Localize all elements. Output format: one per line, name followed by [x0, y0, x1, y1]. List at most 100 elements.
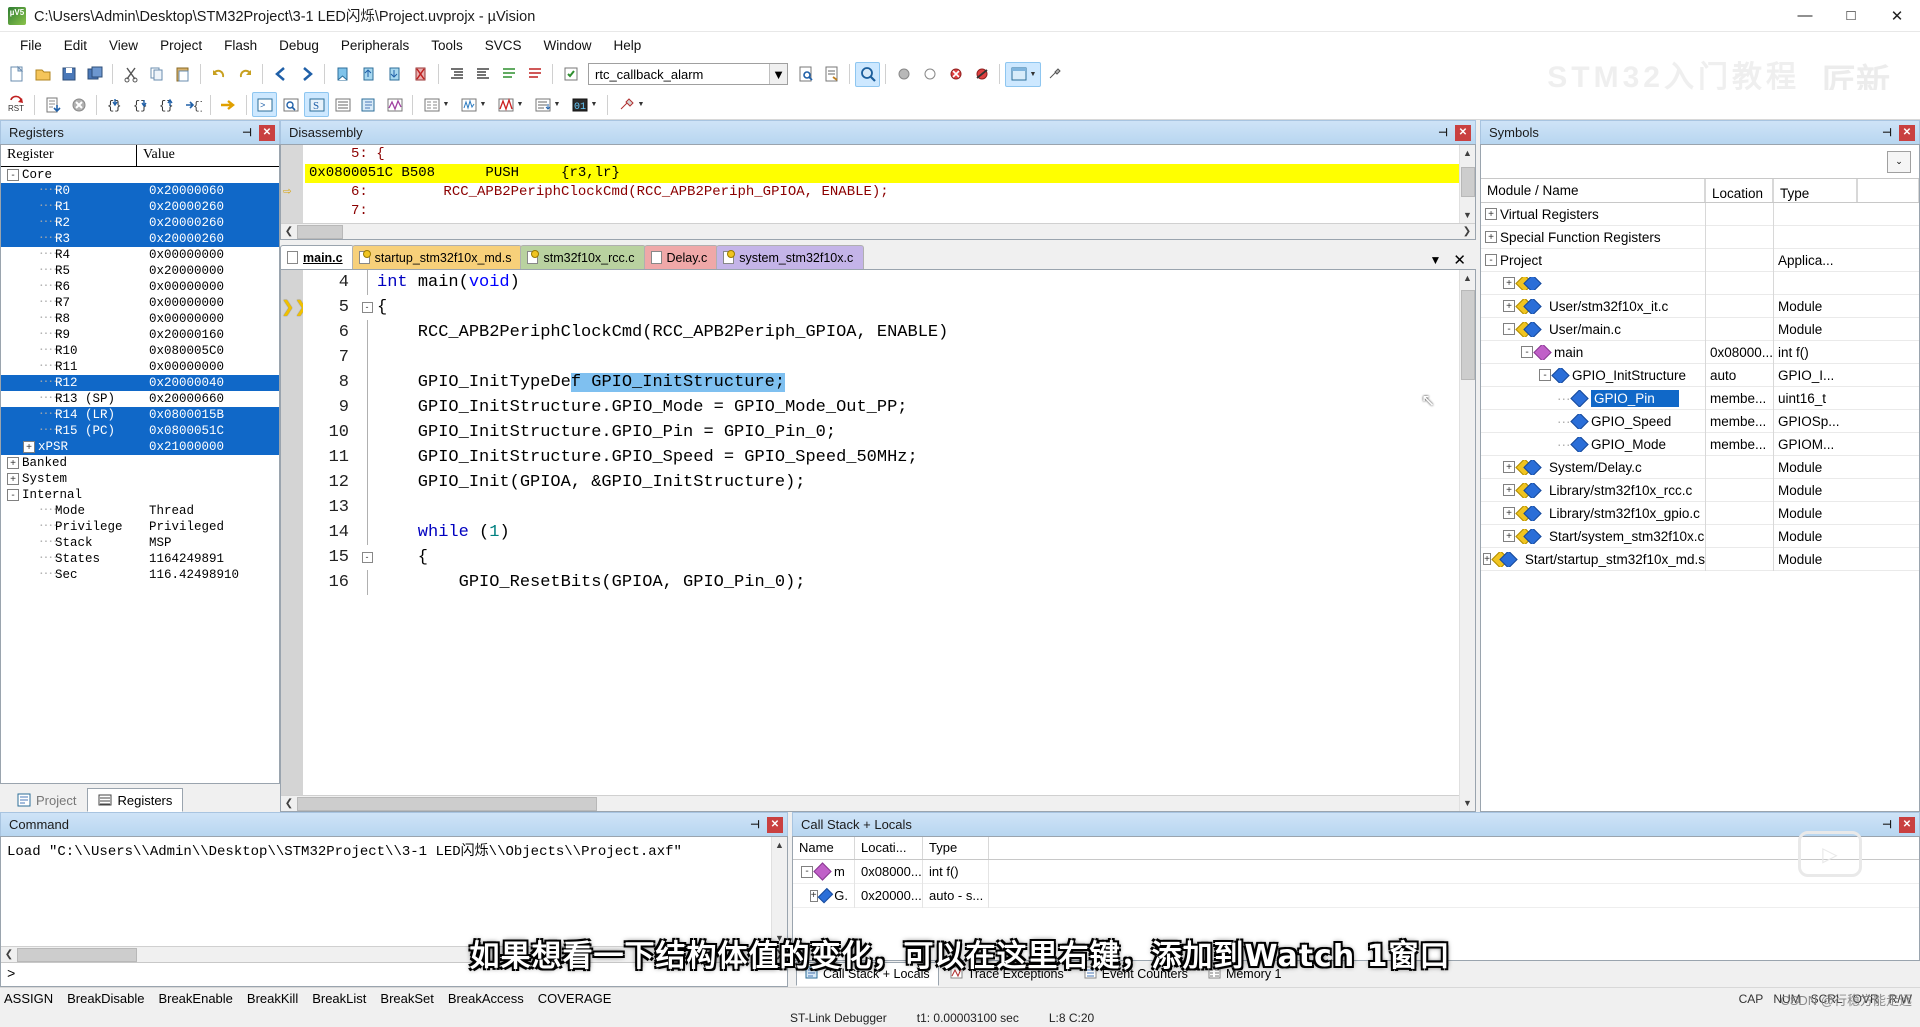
tree-toggle-icon[interactable]: + [1503, 277, 1515, 289]
tree-toggle-icon[interactable]: + [1503, 300, 1515, 312]
scroll-thumb[interactable] [17, 947, 137, 962]
debug-settings-icon[interactable]: ▼ [613, 92, 649, 117]
symbol-row[interactable]: ····· GPIO_Speed membe... GPIOSp... [1481, 409, 1919, 433]
editor-fold-cell[interactable] [357, 370, 377, 395]
tree-toggle-icon[interactable]: - [1539, 369, 1551, 381]
show-next-statement-icon[interactable] [216, 92, 241, 117]
tree-toggle-icon[interactable]: + [1485, 231, 1497, 243]
editor-source-code[interactable]: int main(void){ RCC_APB2PeriphClockCmd(R… [377, 270, 1459, 795]
menu-window[interactable]: Window [533, 35, 601, 56]
symbol-name-cell[interactable]: + System/Delay.c [1481, 459, 1705, 475]
symbol-name-cell[interactable]: + Start/system_stm32f10x.c [1481, 528, 1705, 544]
breakpoint-disable-all-icon[interactable] [969, 62, 994, 87]
register-row[interactable]: ····· R1 0x20000260 [1, 199, 279, 215]
symbol-name-cell[interactable]: + Library/stm32f10x_rcc.c [1481, 482, 1705, 498]
editor-bookmark-cell[interactable] [281, 570, 303, 595]
menu-tools[interactable]: Tools [421, 35, 473, 56]
editor-fold-cell[interactable] [357, 420, 377, 445]
scroll-right-icon[interactable]: ❯ [1459, 226, 1475, 237]
symbols-row-list[interactable]: + Virtual Registers + Special Function Regi… [1421, 202, 1919, 571]
forward-icon[interactable] [294, 62, 319, 87]
editor-code-line[interactable]: { [377, 545, 1459, 570]
disassembly-line[interactable]: 6: RCC_APB2PeriphClockCmd(RCC_APB2Periph… [305, 183, 1459, 202]
editor-fold-cell[interactable] [357, 570, 377, 595]
pin-icon[interactable]: ⊣ [747, 817, 763, 833]
save-icon[interactable] [56, 62, 81, 87]
breakpoint-disable-icon[interactable] [917, 62, 942, 87]
find-replace-icon[interactable] [819, 62, 844, 87]
register-row[interactable]: ····· States 1164249891 [1, 551, 279, 567]
system-viewer-icon[interactable]: 01 ▼ [566, 92, 602, 117]
tree-toggle-icon[interactable]: + [1483, 553, 1491, 565]
register-row[interactable]: ····· R13 (SP) 0x20000660 [1, 391, 279, 407]
close-icon[interactable]: ✕ [259, 124, 275, 141]
tree-toggle-icon[interactable]: - [1521, 346, 1533, 358]
editor-fold-cell[interactable] [357, 470, 377, 495]
tree-toggle-icon[interactable]: + [1503, 461, 1515, 473]
editor-bookmark-cell[interactable] [281, 420, 303, 445]
scroll-left-icon[interactable]: ❮ [281, 226, 297, 237]
close-icon[interactable]: ✕ [1455, 124, 1471, 141]
symbol-row[interactable]: + System/Delay.c Module [1481, 455, 1919, 479]
symbols-window-icon[interactable]: S [304, 92, 329, 117]
close-icon[interactable]: ✕ [1899, 124, 1915, 141]
editor-code-line[interactable]: GPIO_InitStructure.GPIO_Mode = GPIO_Mode… [377, 395, 1459, 420]
disassembly-vscrollbar[interactable]: ▲ ▼ [1459, 145, 1475, 223]
menu-file[interactable]: File [10, 35, 52, 56]
comment-icon[interactable] [496, 62, 521, 87]
editor-code-line[interactable]: GPIO_InitStructure.GPIO_Speed = GPIO_Spe… [377, 445, 1459, 470]
symbol-name-cell[interactable]: - User/main.c [1481, 321, 1705, 337]
symbol-row[interactable]: + Library/stm32f10x_gpio.c Module [1481, 501, 1919, 525]
close-icon[interactable]: ✕ [767, 816, 783, 833]
disassembly-hscrollbar[interactable]: ❮ ❯ [281, 223, 1475, 239]
tree-toggle-icon[interactable]: + [1503, 507, 1515, 519]
pin-icon[interactable]: ⊣ [1879, 125, 1895, 141]
symbol-name-cell[interactable]: - Project [1481, 253, 1705, 268]
cut-icon[interactable] [118, 62, 143, 87]
indent-icon[interactable] [444, 62, 469, 87]
scroll-thumb[interactable] [1460, 167, 1475, 197]
tree-toggle-icon[interactable]: + [7, 457, 19, 469]
watch-window-icon[interactable] [382, 92, 407, 117]
editor-fold-cell[interactable] [357, 520, 377, 545]
symbol-row[interactable]: ····· GPIO_Mode membe... GPIOM... [1481, 432, 1919, 456]
search-target-icon[interactable] [558, 62, 583, 87]
open-file-icon[interactable] [30, 62, 55, 87]
editor-code-line[interactable]: while (1) [377, 520, 1459, 545]
editor-code-line[interactable]: GPIO_InitTypeDef GPIO_InitStructure; [377, 370, 1459, 395]
editor-fold-cell[interactable] [357, 345, 377, 370]
new-file-icon[interactable] [4, 62, 29, 87]
symbol-name-cell[interactable]: + User/stm32f10x_it.c [1481, 298, 1705, 314]
symbols-filter-dropdown[interactable]: ⌄ [1887, 150, 1911, 173]
tab-registers[interactable]: Registers [87, 788, 184, 812]
symbol-name-cell[interactable]: + Start/startup_stm32f10x_md.s [1481, 551, 1705, 567]
register-row[interactable]: - Internal [1, 487, 279, 503]
find-in-files-icon[interactable] [793, 62, 818, 87]
paste-icon[interactable] [170, 62, 195, 87]
serial-window-icon[interactable]: ▼ [455, 92, 491, 117]
editor-bookmark-cell[interactable] [281, 370, 303, 395]
editor-fold-gutter[interactable]: -- [357, 270, 377, 795]
scroll-down-icon[interactable]: ▼ [1463, 795, 1472, 811]
callstack-window-icon[interactable] [356, 92, 381, 117]
menu-edit[interactable]: Edit [54, 35, 97, 56]
callstack-name-cell[interactable]: -m [793, 859, 855, 884]
scroll-up-icon[interactable]: ▲ [1463, 270, 1472, 286]
menu-debug[interactable]: Debug [269, 35, 329, 56]
scroll-right-icon[interactable]: ❯ [771, 949, 787, 960]
symbol-row[interactable]: - User/main.c Module [1481, 317, 1919, 341]
callstack-grid[interactable]: Name Locati... Type - m 0x08000... int f() +… [793, 837, 1919, 908]
editor-code-line[interactable]: GPIO_InitStructure.GPIO_Pin = GPIO_Pin_0… [377, 420, 1459, 445]
callstack-row[interactable]: - m 0x08000... int f() [793, 859, 1919, 884]
menu-view[interactable]: View [99, 35, 148, 56]
command-window-icon[interactable]: > [252, 92, 277, 117]
pin-icon[interactable]: ⊣ [1435, 125, 1451, 141]
next-bookmark-icon[interactable] [382, 62, 407, 87]
tree-toggle-icon[interactable]: + [809, 889, 818, 902]
bottom-dock-tabs[interactable]: Call Stack + Locals Trace Exceptions Event… [792, 961, 1920, 987]
symbol-name-cell[interactable]: + [1481, 276, 1705, 290]
reset-cpu-icon[interactable]: RST [4, 92, 29, 117]
step-over-icon[interactable]: {} [128, 92, 153, 117]
memory-window-icon[interactable]: ▼ [418, 92, 454, 117]
registers-row-list[interactable]: - Core ····· R0 0x20000060 ····· R1 0x20000260 ·… [1, 167, 279, 783]
